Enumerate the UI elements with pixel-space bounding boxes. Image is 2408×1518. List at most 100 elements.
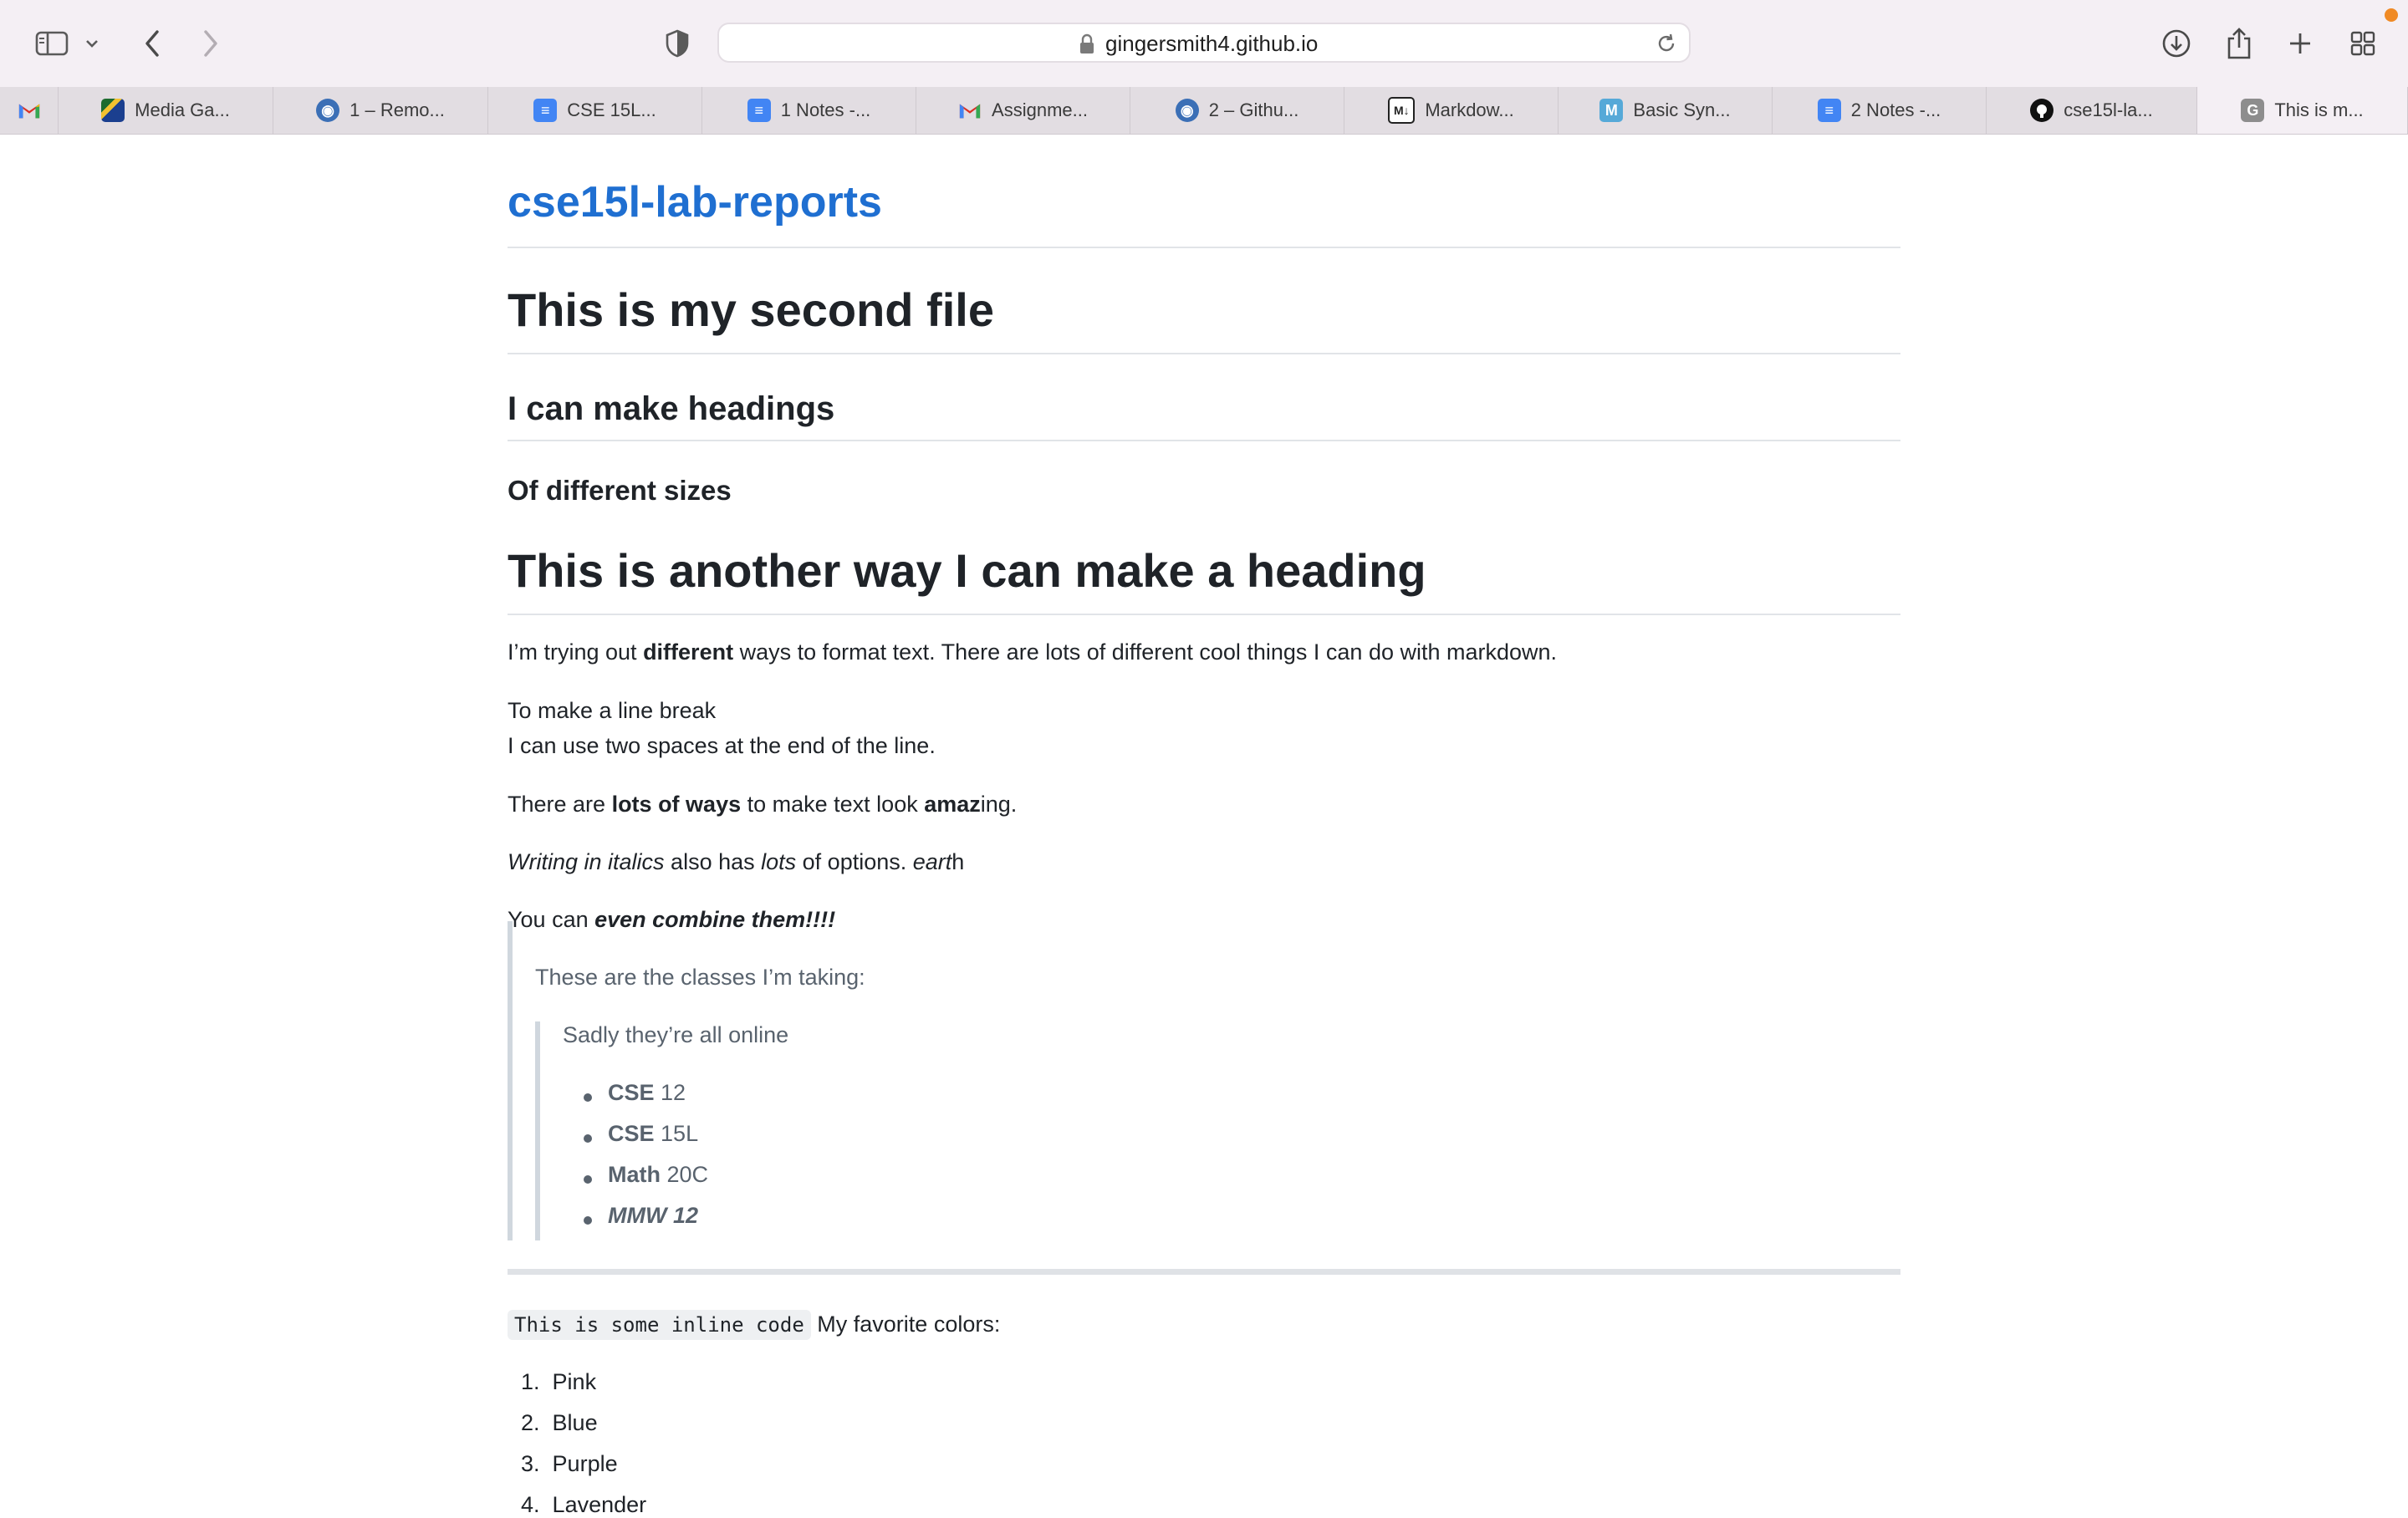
tab-label: Basic Syn... [1633,99,1731,120]
line-break-line-1: To make a line break [508,698,717,723]
ordered-list-item: 3. Purple [521,1451,618,1477]
markdown-icon: M↓ [1388,97,1416,124]
remote-icon: ◉ [316,99,340,122]
google-docs-icon: ≡ [747,99,771,122]
google-docs-icon: ≡ [1817,99,1841,122]
bold-text: Math [608,1162,661,1187]
tab-label: 1 – Remo... [349,99,445,120]
tab-overview-icon[interactable] [2343,23,2383,64]
new-tab-icon[interactable] [2280,23,2320,64]
site-title-link[interactable]: cse15l-lab-reports [508,177,882,227]
list-label: Purple [552,1451,618,1476]
browser-toolbar: gingersmith4.github.io [0,0,2408,88]
generic-g-icon: G [2241,99,2265,122]
tab-assignment-gmail[interactable]: Assignme... [916,87,1130,134]
text: My favorite colors: [810,1312,1001,1337]
tab-label: This is m... [2274,99,2364,120]
ordered-list-item: 2. Blue [521,1410,598,1436]
markdown-guide-icon: M [1599,99,1624,122]
line-break-line-2: I can use two spaces at the end of the l… [508,733,936,758]
tab-markdown[interactable]: M↓ Markdow... [1344,87,1559,134]
list-number: 2. [521,1410,540,1435]
bullet [584,1093,592,1102]
list-number: 3. [521,1451,540,1476]
divider [508,440,1900,441]
sidebar-icon[interactable] [32,23,72,64]
forward-icon[interactable] [191,23,231,64]
privacy-shield-icon[interactable] [657,23,697,64]
bullet [584,1134,592,1143]
url-text: gingersmith4.github.io [1105,31,1319,56]
reload-icon[interactable] [1656,33,1677,54]
google-docs-icon: ≡ [533,99,558,122]
text: 20C [661,1162,709,1187]
list-number: 1. [521,1369,540,1394]
tab-label: Markdow... [1425,99,1514,120]
tab-current-page[interactable]: G This is m... [2197,87,2408,134]
italic-text: lots [761,849,797,874]
italic-text: Writing in italics [508,849,665,874]
downloads-icon[interactable] [2156,23,2196,64]
bold-text: different [643,639,734,665]
tab-label: Media Ga... [135,99,230,120]
ordered-list-item: 4. Lavender [521,1492,646,1518]
list-label: Pink [552,1369,597,1394]
text: You can [508,907,595,932]
text: ing. [980,792,1018,817]
tab-github-2[interactable]: ◉ 2 – Githu... [1130,87,1344,134]
tab-label: 2 – Githu... [1208,99,1299,120]
text: 12 [654,1080,686,1105]
tab-cse15l-github[interactable]: cse15l-la... [1987,87,2197,134]
list-number: 4. [521,1492,540,1517]
bold-italic-text: MMW 12 [608,1203,698,1228]
bold-italic-text: even combine them!!!! [594,907,836,932]
notification-dot [2385,8,2398,22]
tab-notes-1[interactable]: ≡ 1 Notes -... [702,87,916,134]
media-gallery-icon [101,99,125,122]
text: h [951,849,965,874]
tab-media-gallery[interactable]: Media Ga... [59,87,273,134]
nested-blockquote-text: Sadly they’re all online [563,1022,789,1047]
back-icon[interactable] [132,23,172,64]
tab-cse15l-doc[interactable]: ≡ CSE 15L... [488,87,702,134]
bold-text: CSE [608,1080,655,1105]
paragraph-italics: Writing in italics also has lots of opti… [508,849,964,875]
blockquote-bar [508,921,513,1240]
heading-another-way: This is another way I can make a heading [508,544,1426,597]
text: of options. [796,849,913,874]
italic-text: eart [912,849,952,874]
tab-bar: Media Ga... ◉ 1 – Remo... ≡ CSE 15L... ≡… [0,87,2408,135]
divider [508,353,1900,354]
text: also has [664,849,762,874]
address-bar[interactable]: gingersmith4.github.io [717,23,1691,63]
tab-basic-syntax[interactable]: M Basic Syn... [1559,87,1773,134]
inline-code: This is some inline code [508,1310,811,1340]
tab-label: cse15l-la... [2064,99,2153,120]
tab-label: CSE 15L... [567,99,656,120]
blockquote-text: These are the classes I’m taking: [535,965,865,990]
horizontal-rule [508,1269,1900,1275]
text: 15L [654,1121,699,1146]
paragraph-combine: You can even combine them!!!! [508,907,835,933]
tab-gmail[interactable] [0,87,59,134]
list-item-class: MMW 12 [608,1203,698,1229]
list-item-class: Math 20C [608,1162,708,1188]
github-icon [2030,99,2054,122]
chevron-down-icon[interactable] [75,23,109,64]
divider [508,614,1900,615]
tab-label: Assignme... [992,99,1088,120]
bold-text: amaz [924,792,981,817]
list-label: Blue [552,1410,598,1435]
ordered-list-item: 1. Pink [521,1369,596,1395]
nested-blockquote-bar [535,1021,540,1240]
tab-notes-2[interactable]: ≡ 2 Notes -... [1773,87,1987,134]
tab-remote-1[interactable]: ◉ 1 – Remo... [273,87,488,134]
tab-label: 1 Notes -... [780,99,871,120]
heading-second-file: This is my second file [508,283,994,336]
bold-text: CSE [608,1121,655,1146]
text: There are [508,792,612,817]
text: to make text look [741,792,925,817]
paragraph-formatting: I’m trying out different ways to format … [508,639,1557,665]
text: ways to format text. There are lots of d… [733,639,1558,665]
share-icon[interactable] [2219,23,2259,64]
